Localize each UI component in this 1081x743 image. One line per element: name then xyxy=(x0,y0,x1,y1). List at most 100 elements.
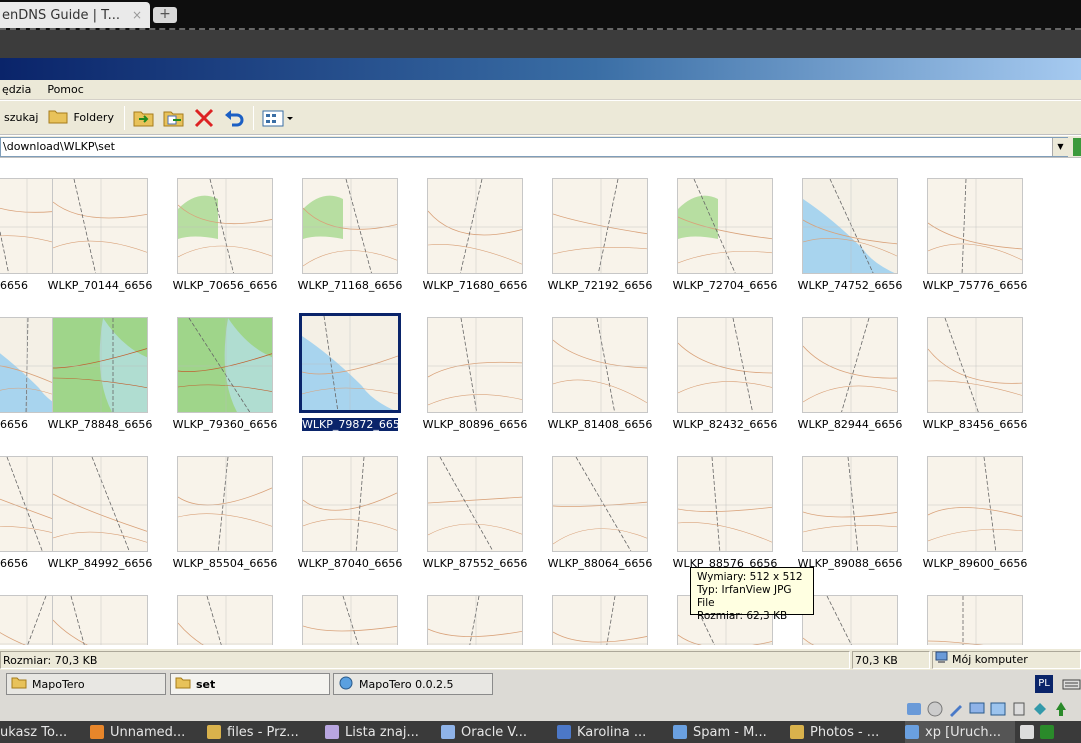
file-name[interactable]: WLKP_88064_6656 xyxy=(540,557,660,570)
arrow-icon[interactable] xyxy=(1052,700,1070,718)
file-name[interactable]: WLKP_85504_6656 xyxy=(165,557,285,570)
file-thumbnail[interactable] xyxy=(427,595,523,645)
file-name[interactable]: WLKP_81408_6656 xyxy=(540,418,660,431)
views-icon[interactable] xyxy=(261,107,295,129)
file-thumbnail[interactable] xyxy=(677,178,773,274)
file-name[interactable]: WLKP_74752_6656 xyxy=(790,279,910,292)
file-name[interactable]: WLKP_71168_6656 xyxy=(290,279,410,292)
language-indicator[interactable]: PL xyxy=(1035,675,1053,693)
file-thumbnail[interactable] xyxy=(927,178,1023,274)
check-icon[interactable] xyxy=(1040,725,1054,739)
file-name[interactable]: WLKP_89600_6656 xyxy=(915,557,1035,570)
usb-icon[interactable] xyxy=(1010,700,1028,718)
browser-tab[interactable]: enDNS Guide | T... × xyxy=(0,2,150,28)
toolbar-separator xyxy=(252,105,254,130)
file-thumbnail[interactable] xyxy=(52,456,148,552)
file-thumbnail[interactable] xyxy=(802,456,898,552)
file-name[interactable]: WLKP_72704_6656 xyxy=(665,279,785,292)
taskbar-item[interactable]: Oracle V... xyxy=(441,721,553,743)
file-thumbnail[interactable] xyxy=(52,178,148,274)
file-thumbnail[interactable] xyxy=(427,456,523,552)
toolbar: szukaj Foldery xyxy=(0,101,1081,135)
file-thumbnail[interactable] xyxy=(552,178,648,274)
file-thumbnail[interactable] xyxy=(52,317,148,413)
window-icon[interactable] xyxy=(989,700,1007,718)
file-thumbnail[interactable] xyxy=(552,595,648,645)
file-name[interactable]: WLKP_87040_6656 xyxy=(290,557,410,570)
delete-icon[interactable] xyxy=(192,107,216,129)
file-thumbnail[interactable] xyxy=(927,317,1023,413)
file-thumbnail[interactable] xyxy=(677,317,773,413)
guest-task-label: MapoTero 0.0.2.5 xyxy=(359,677,454,691)
file-thumbnail[interactable] xyxy=(177,317,273,413)
guest-task-set[interactable]: set xyxy=(170,673,330,695)
file-thumbnail[interactable] xyxy=(927,456,1023,552)
go-button[interactable] xyxy=(1073,138,1081,156)
chevron-down-icon[interactable]: ▼ xyxy=(1052,138,1068,156)
guest-task-mapotero[interactable]: MapoTero xyxy=(6,673,166,695)
file-name[interactable]: WLKP_71680_6656 xyxy=(415,279,535,292)
search-label: szukaj xyxy=(4,111,39,124)
file-thumbnail[interactable] xyxy=(802,595,898,645)
file-thumbnail[interactable] xyxy=(552,317,648,413)
file-name[interactable]: WLKP_82432_6656 xyxy=(665,418,785,431)
display-icon[interactable] xyxy=(968,700,986,718)
file-thumbnail[interactable] xyxy=(927,595,1023,645)
taskbar-item[interactable]: Photos - ... xyxy=(790,721,902,743)
address-input[interactable]: \download\WLKP\set xyxy=(0,137,1068,157)
file-name[interactable]: WLKP_79360_6656 xyxy=(165,418,285,431)
file-name[interactable]: 6656 xyxy=(0,279,28,292)
file-thumbnail[interactable] xyxy=(177,178,273,274)
file-thumbnail[interactable] xyxy=(52,595,148,645)
file-thumbnail[interactable] xyxy=(802,317,898,413)
file-name[interactable]: WLKP_80896_6656 xyxy=(415,418,535,431)
menu-tools[interactable]: ędzia xyxy=(2,83,37,96)
undo-icon[interactable] xyxy=(222,107,246,129)
folder-icon xyxy=(48,108,68,127)
file-name[interactable]: WLKP_70656_6656 xyxy=(165,279,285,292)
taskbar-item[interactable]: Spam - M... xyxy=(673,721,785,743)
file-name[interactable]: WLKP_82944_6656 xyxy=(790,418,910,431)
file-thumbnail[interactable] xyxy=(177,595,273,645)
network-icon[interactable] xyxy=(905,700,923,718)
taskbar-item[interactable]: xp [Uruch... xyxy=(905,721,1015,743)
file-thumbnail[interactable] xyxy=(302,595,398,645)
menu-help[interactable]: Pomoc xyxy=(47,83,89,96)
file-thumbnail[interactable] xyxy=(302,178,398,274)
file-name[interactable]: 6656 xyxy=(0,557,28,570)
taskbar-item[interactable]: Lista znaj... xyxy=(325,721,437,743)
file-thumbnail[interactable] xyxy=(177,456,273,552)
taskbar-item[interactable]: Unnamed... xyxy=(90,721,202,743)
file-name[interactable]: WLKP_84992_6656 xyxy=(40,557,160,570)
file-name[interactable]: WLKP_75776_6656 xyxy=(915,279,1035,292)
file-thumbnail[interactable] xyxy=(427,178,523,274)
guest-task-mapotero-app[interactable]: MapoTero 0.0.2.5 xyxy=(333,673,493,695)
cd-icon[interactable] xyxy=(926,700,944,718)
file-name[interactable]: WLKP_87552_6656 xyxy=(415,557,535,570)
copy-to-icon[interactable] xyxy=(162,107,186,129)
file-name[interactable]: WLKP_79872_6656 xyxy=(301,417,407,432)
file-name[interactable]: 6656 xyxy=(0,418,28,431)
keyboard-icon[interactable] xyxy=(1062,675,1081,693)
file-name[interactable]: WLKP_70144_6656 xyxy=(40,279,160,292)
folders-button[interactable]: Foldery xyxy=(44,105,118,131)
file-thumbnail[interactable] xyxy=(802,178,898,274)
ghost-icon[interactable] xyxy=(1020,725,1034,739)
file-thumbnail[interactable] xyxy=(427,317,523,413)
move-to-icon[interactable] xyxy=(132,107,156,129)
new-tab-button[interactable]: + xyxy=(153,7,177,23)
search-button[interactable]: szukaj xyxy=(0,105,42,131)
taskbar-item[interactable]: files - Prz... xyxy=(207,721,319,743)
pen-icon[interactable] xyxy=(947,700,965,718)
file-thumbnail[interactable] xyxy=(552,456,648,552)
file-name[interactable]: WLKP_83456_6656 xyxy=(915,418,1035,431)
close-icon[interactable]: × xyxy=(132,8,142,22)
taskbar-item[interactable]: Karolina ... xyxy=(557,721,669,743)
file-thumbnail[interactable] xyxy=(302,456,398,552)
file-name[interactable]: WLKP_72192_6656 xyxy=(540,279,660,292)
file-thumbnail[interactable] xyxy=(677,456,773,552)
file-name[interactable]: WLKP_78848_6656 xyxy=(40,418,160,431)
mouse-icon[interactable] xyxy=(1031,700,1049,718)
file-thumbnail[interactable] xyxy=(299,313,401,413)
status-location: Mój komputer xyxy=(932,651,1081,669)
